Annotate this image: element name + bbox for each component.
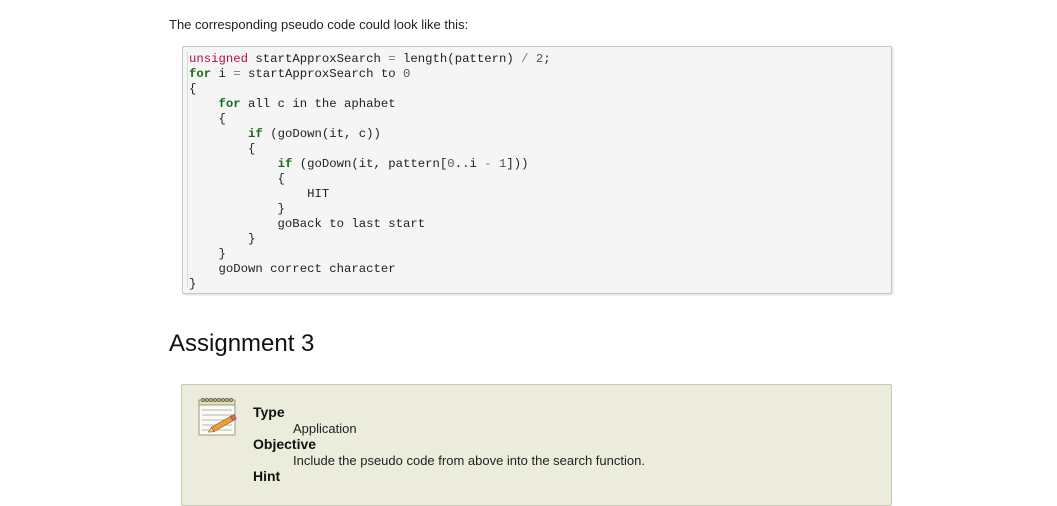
objective-value: Include the pseudo code from above into … [293,453,645,468]
code-text: startApproxSearch [248,52,389,66]
code-line: goBack to last start [189,217,426,231]
code-line: } [189,202,285,216]
code-text: length(pattern) [395,52,522,66]
code-line: } [189,232,256,246]
code-line: } [189,277,197,291]
code-text: ..i [454,157,485,171]
code-number: 0 [447,157,455,171]
code-line: HIT [189,187,330,201]
code-line: { [189,172,285,186]
code-keyword: for [189,67,212,81]
code-number: 0 [403,67,411,81]
code-text: ; [543,52,551,66]
code-operator: / [521,52,529,66]
code-block: unsigned startApproxSearch = length(patt… [182,46,892,294]
code-line: { [189,112,226,126]
code-number: 2 [528,52,544,66]
objective-label: Objective [253,436,317,452]
code-text: (goDown(it, c)) [262,127,381,141]
code-keyword: if [277,157,293,171]
code-operator: - [484,157,492,171]
code-text: (goDown(it, pattern[ [292,157,448,171]
code-text: i [211,67,234,81]
code-keyword: if [248,127,263,141]
code-line: { [189,82,197,96]
code-number: 1 [491,157,507,171]
code-line: goDown correct character [189,262,396,276]
code-keyword: for [218,97,241,111]
hint-label: Hint [253,468,281,484]
code-text: ])) [506,157,529,171]
section-heading: Assignment 3 [169,330,315,357]
code-keyword: unsigned [189,52,249,66]
code-text: startApproxSearch to [240,67,404,81]
code-line: } [189,247,226,261]
code-operator: = [233,67,241,81]
code-gutter-line [187,52,188,288]
type-label: Type [253,404,285,420]
code-operator: = [388,52,396,66]
pseudo-code: unsigned startApproxSearch = length(patt… [189,52,551,292]
type-value: Application [293,421,357,436]
intro-paragraph: The corresponding pseudo code could look… [169,17,469,32]
code-line: { [189,142,256,156]
notepad-pencil-icon [198,397,237,436]
code-text: all c in the aphabet [240,97,396,111]
